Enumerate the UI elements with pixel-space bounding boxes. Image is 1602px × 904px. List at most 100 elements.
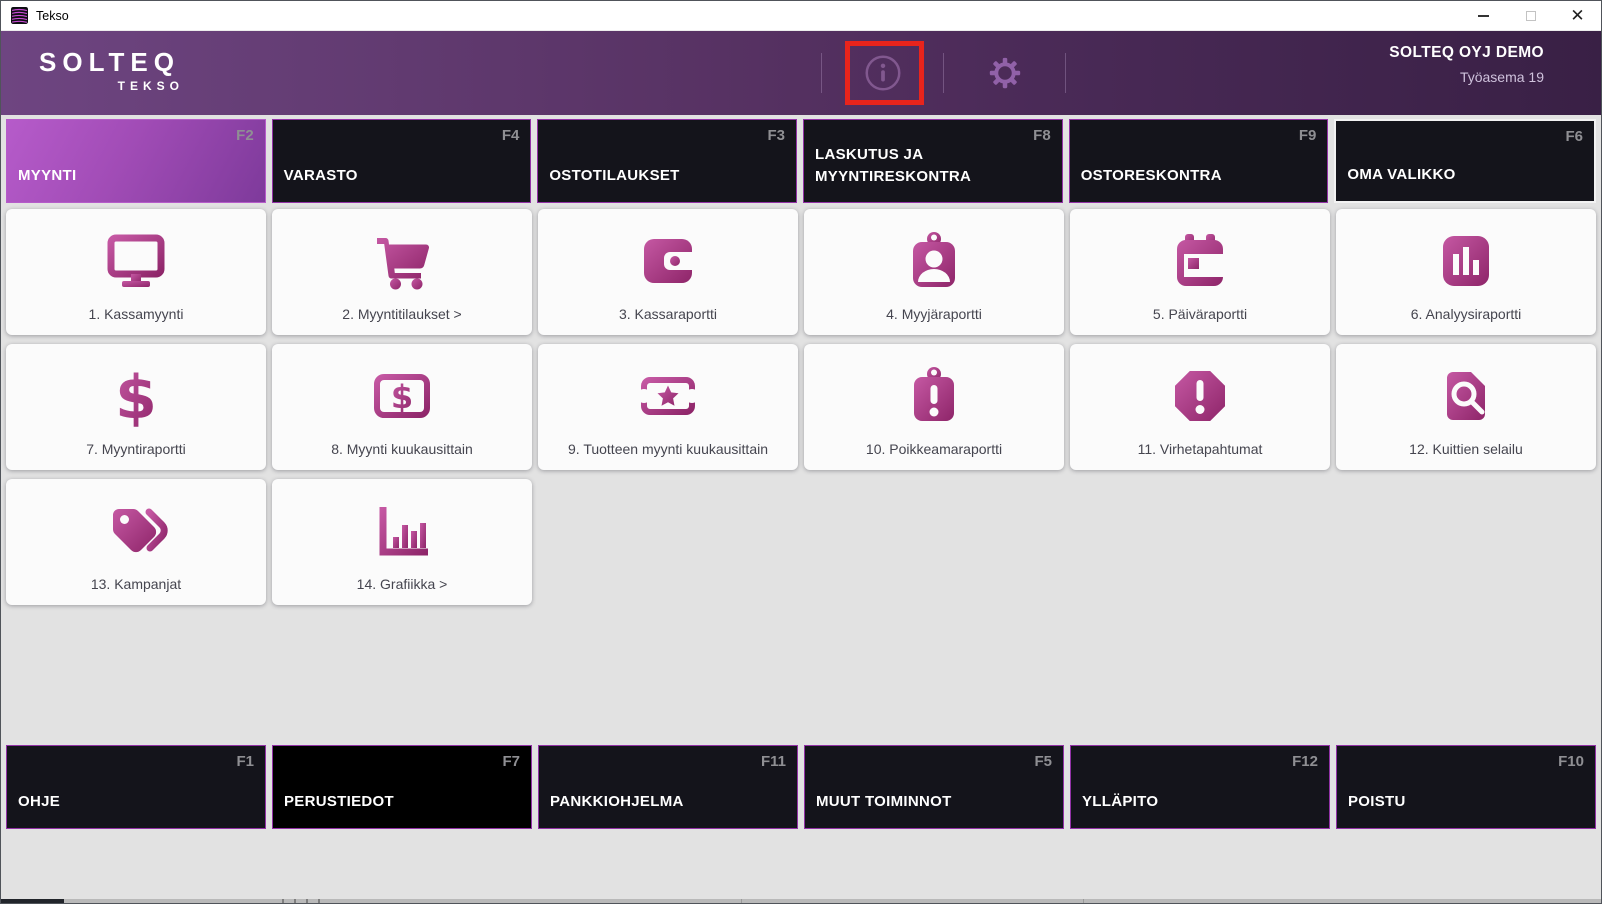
tekso-window: Tekso ✕ SOLTEQ TEKSO SOLTEQ OYJ DEMO Työ…: [0, 0, 1602, 904]
fkey-label: F5: [1034, 753, 1052, 770]
tab-myynti[interactable]: F2 MYYNTI: [6, 119, 266, 203]
tags-icon: [104, 485, 168, 576]
ticket-star-icon: [636, 350, 700, 441]
fkey-label: F4: [501, 127, 520, 144]
tab-label: OMA VALIKKO: [1347, 166, 1456, 184]
taskbar-sliver: [1, 899, 1601, 903]
tab-oma-valikko[interactable]: F6 OMA VALIKKO: [1334, 119, 1597, 203]
tile-label: 3. Kassaraportti: [618, 306, 718, 322]
fkey-label: F7: [502, 753, 520, 770]
taskbar-start-fragment: [1, 899, 64, 903]
close-button[interactable]: ✕: [1554, 1, 1601, 30]
window-controls: ✕: [1460, 1, 1601, 30]
tile-analyysiraportti[interactable]: 6. Analyysiraportti: [1336, 209, 1596, 335]
tab-label: VARASTO: [283, 167, 358, 185]
tab-laskutus-ja-myyntireskontra[interactable]: F8 LASKUTUS JA MYYNTIRESKONTRA: [803, 119, 1063, 203]
fkey-label: F6: [1565, 128, 1584, 145]
tab-ohje[interactable]: F1 OHJE: [6, 745, 266, 829]
fkey-label: F3: [767, 127, 786, 144]
file-search-icon: [1434, 350, 1498, 441]
app-header: SOLTEQ TEKSO SOLTEQ OYJ DEMO Työasema 19: [1, 31, 1601, 115]
fkey-label: F9: [1298, 127, 1317, 144]
tile-kassaraportti[interactable]: 3. Kassaraportti: [538, 209, 798, 335]
svg-text:$: $: [391, 378, 413, 416]
minimize-button[interactable]: [1460, 1, 1507, 30]
tab-ostotilaukset[interactable]: F3 OSTOTILAUKSET: [537, 119, 798, 203]
fkey-label: F11: [760, 753, 786, 770]
fkey-label: F1: [236, 753, 254, 770]
octagon-exclamation-icon: [1168, 350, 1232, 441]
tile-myyntitilaukset[interactable]: 2. Myyntitilaukset >: [272, 209, 532, 335]
header-toolbar: [821, 31, 1066, 115]
tile-grafiikka[interactable]: 14. Grafiikka >: [272, 479, 532, 605]
session-info: SOLTEQ OYJ DEMO Työasema 19: [1389, 44, 1544, 85]
fkey-label: F8: [1033, 127, 1051, 144]
tab-label: OSTORESKONTRA: [1080, 167, 1222, 185]
top-tab-row: F2 MYYNTI F4 VARASTO F3 OSTOTILAUKSET F8…: [6, 119, 1597, 203]
tab-pankkiohjelma[interactable]: F11 PANKKIOHJELMA: [538, 745, 798, 829]
svg-text:$: $: [115, 364, 157, 428]
maximize-button[interactable]: [1507, 1, 1554, 30]
clipboard-exclamation-icon: [902, 350, 966, 441]
desktop-icon: [104, 215, 168, 306]
tile-kampanjat[interactable]: 13. Kampanjat: [6, 479, 266, 605]
logo-primary-text: SOLTEQ: [39, 47, 180, 77]
id-badge-icon: [902, 215, 966, 306]
fkey-label: F12: [1292, 753, 1318, 770]
tile-label: 5. Päiväraportti: [1152, 306, 1248, 322]
tab-label: PANKKIOHJELMA: [550, 793, 684, 811]
tab-label: OHJE: [18, 793, 61, 811]
calendar-icon: [1168, 215, 1232, 306]
menu-tile-grid: 1. Kassamyynti 2. Myyntitilaukset > 3. K…: [6, 209, 1596, 605]
tile-label: 6. Analyysiraportti: [1410, 306, 1522, 322]
bottom-tab-row: F1 OHJE F7 PERUSTIEDOT F11 PANKKIOHJELMA…: [6, 745, 1596, 829]
toolbar-divider: [1065, 53, 1066, 93]
bar-chart-axis-icon: [370, 485, 434, 576]
tile-label: 10. Poikkeamaraportti: [865, 441, 1003, 457]
app-logo-icon: [11, 7, 28, 24]
workstation-label: Työasema 19: [1459, 69, 1544, 85]
dollar-sign-icon: $: [104, 350, 168, 441]
tile-paivaraportti[interactable]: 5. Päiväraportti: [1070, 209, 1330, 335]
tab-varasto[interactable]: F4 VARASTO: [271, 119, 532, 203]
minimize-icon: [1478, 14, 1489, 17]
window-title: Tekso: [36, 8, 69, 23]
tab-muut-toiminnot[interactable]: F5 MUUT TOIMINNOT: [804, 745, 1064, 829]
tile-label: 14. Grafiikka >: [356, 576, 448, 592]
tile-label: 12. Kuittien selailu: [1409, 441, 1523, 457]
settings-button[interactable]: [944, 31, 1065, 115]
wallet-icon: [636, 215, 700, 306]
main-content: F2 MYYNTI F4 VARASTO F3 OSTOTILAUKSET F8…: [1, 115, 1601, 899]
tab-label: PERUSTIEDOT: [284, 793, 394, 811]
tab-label: OSTOTILAUKSET: [549, 167, 680, 185]
tile-tuotteen-myynti-kuukausittain[interactable]: 9. Tuotteen myynti kuukausittain: [538, 344, 798, 470]
tile-kassamyynti[interactable]: 1. Kassamyynti: [6, 209, 266, 335]
money-bill-icon: $: [370, 350, 434, 441]
tile-label: 13. Kampanjat: [90, 576, 182, 592]
info-button[interactable]: [822, 31, 943, 115]
fkey-label: F2: [236, 127, 254, 144]
tab-perustiedot[interactable]: F7 PERUSTIEDOT: [272, 745, 532, 829]
tile-label: 2. Myyntitilaukset >: [342, 306, 462, 322]
tile-poikkeamaraportti[interactable]: 10. Poikkeamaraportti: [804, 344, 1064, 470]
info-icon: [865, 55, 900, 91]
shopping-cart-icon: [370, 215, 434, 306]
tile-label: 1. Kassamyynti: [88, 306, 184, 322]
tile-label: 9. Tuotteen myynti kuukausittain: [568, 441, 768, 457]
bar-chart-square-icon: [1434, 215, 1498, 306]
tab-label: YLLÄPITO: [1082, 793, 1159, 811]
tab-label: MYYNTI: [18, 167, 77, 185]
maximize-icon: [1525, 10, 1536, 21]
solteq-logo: SOLTEQ TEKSO: [39, 49, 180, 93]
tile-kuittien-selailu[interactable]: 12. Kuittien selailu: [1336, 344, 1596, 470]
tile-myynti-kuukausittain[interactable]: $ 8. Myynti kuukausittain: [272, 344, 532, 470]
tile-myyntiraportti[interactable]: $ 7. Myyntiraportti: [6, 344, 266, 470]
tile-virhetapahtumat[interactable]: 11. Virhetapahtumat: [1070, 344, 1330, 470]
tile-label: 7. Myyntiraportti: [86, 441, 186, 457]
tab-yllapito[interactable]: F12 YLLÄPITO: [1070, 745, 1330, 829]
fkey-label: F10: [1558, 753, 1584, 770]
tab-ostoreskontra[interactable]: F9 OSTORESKONTRA: [1068, 119, 1329, 203]
tab-poistu[interactable]: F10 POISTU: [1336, 745, 1596, 829]
tile-myyjaraportti[interactable]: 4. Myyjäraportti: [804, 209, 1064, 335]
tile-label: 11. Virhetapahtumat: [1137, 441, 1263, 457]
